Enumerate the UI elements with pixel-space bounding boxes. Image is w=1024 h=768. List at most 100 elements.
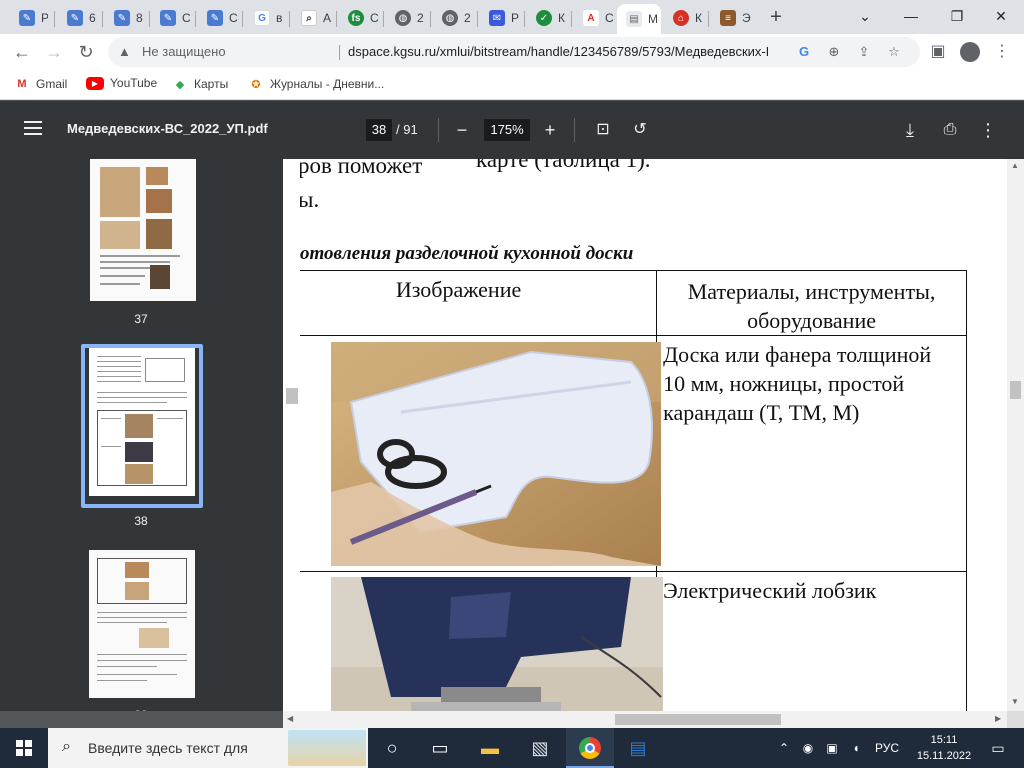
tab-9[interactable]: ◍ 2 [386,4,426,32]
zoom-in-button[interactable]: + [538,118,562,142]
camera-icon[interactable]: ◉ [798,728,818,768]
tab-6[interactable]: Gв [245,4,285,32]
search-icon: ⌕ [301,10,317,26]
bookmark-youtube[interactable]: ▶ YouTube [86,76,157,90]
volume-icon[interactable]: ◖ [846,728,866,768]
stack-icon: ≡ [720,10,736,26]
tab-1[interactable]: ✎ Р [10,4,48,32]
doc-text-line: ров поможет [300,159,423,178]
tab-4[interactable]: ✎ С [151,4,191,32]
forward-arrow-icon[interactable]: → [40,38,68,66]
horizontal-scrollbar[interactable]: ◀ ▶ [283,711,1007,728]
star-icon[interactable]: ☆ [884,42,904,62]
vertical-scroll-arrow-area [283,159,300,711]
hamburger-menu-icon[interactable] [24,121,42,135]
search-icon: ⌕ [62,738,71,755]
logo-a-icon: A [583,10,599,26]
bookmark-icon: ✎ [19,10,35,26]
bookmark-icon: ✎ [67,10,83,26]
pdf-icon: ▤ [626,11,642,27]
file-explorer-icon[interactable]: ▬ [466,728,514,768]
zoom-out-button[interactable]: − [450,118,474,142]
bookmark-icon: ✎ [160,10,176,26]
tab-3[interactable]: ✎ 8 [105,4,145,32]
task-view-icon[interactable]: ○ [368,728,416,768]
new-tab-button[interactable]: + [762,4,790,30]
printer-app-icon[interactable]: ▧ [516,728,564,768]
journal-icon: ✪ [251,78,261,91]
vertical-scrollbar[interactable]: ▲ ▼ [1007,159,1024,711]
tool-cell: Электрический лобзик [656,571,967,711]
close-window-button[interactable]: ✕ [978,0,1024,32]
document-viewport[interactable]: ров поможет карте (таблица 1). ы. отовле… [283,159,1007,711]
tab-15[interactable]: ⌂ К [664,4,704,32]
zoom-level-input[interactable]: 175% [484,119,530,141]
gmail-icon: M [17,78,27,90]
tab-5[interactable]: ✎ С [198,4,238,32]
back-arrow-icon[interactable]: ← [8,38,36,66]
bookmark-icon: ✎ [114,10,130,26]
avatar[interactable] [956,38,984,66]
notifications-icon[interactable]: ▭ [984,728,1012,768]
tab-10[interactable]: ◍ 2 [433,4,473,32]
tab-strip: ✎ Р ✎ 6 ✎ 8 ✎ С ✎ С Gв ⌕ А fs С ◍ 2 ◍ 2 ✉ Р ✓ К AС … [0,0,1024,34]
side-panel-icon[interactable]: ▣ [924,38,952,66]
mail-icon: ✉ [489,10,505,26]
scroll-left-arrow-icon[interactable]: ◀ [287,714,293,723]
thumbnail-number: 37 [134,312,148,326]
clock[interactable]: 15:11 15.11.2022 [910,732,978,764]
url-text[interactable]: dspace.kgsu.ru/xmlui/bitstream/handle/12… [348,44,768,59]
scroll-down-arrow-icon[interactable]: ▼ [1011,697,1019,706]
taskbar-search-input[interactable]: ⌕ Введите здесь текст для [48,728,368,768]
doc-text-line: ы. [300,187,320,212]
fit-page-icon[interactable]: ⊡ [591,118,615,142]
pdf-title: Медведевских-ВС_2022_УП.pdf [67,121,268,136]
menu-dots-icon[interactable]: ⋮ [988,38,1016,66]
print-icon[interactable]: ⎙ [938,118,962,142]
bookmark-maps[interactable]: ◆ Карты [172,76,228,92]
thumbnail-number: 38 [134,514,148,528]
thumbnail-sidebar[interactable]: 37 38 [0,159,283,711]
maximize-button[interactable]: ❐ [934,0,980,32]
zoom-icon[interactable]: ⊕ [824,42,844,62]
network-icon[interactable]: ▣ [822,728,842,768]
address-bar[interactable]: ▲ Не защищено dspace.kgsu.ru/xmlui/bitst… [108,37,920,67]
scrollbar-thumb[interactable] [1010,381,1021,399]
tab-13[interactable]: AС [574,4,614,32]
chrome-icon[interactable] [566,728,614,768]
bookmark-journal[interactable]: ✪ Журналы - Дневни... [248,76,384,92]
share-icon[interactable]: ⇪ [854,42,874,62]
pdf-toolbar: Медведевских-ВС_2022_УП.pdf 38 / 91 − 17… [0,101,1024,159]
template-drawing-photo [331,342,661,567]
windows-start-button[interactable] [0,728,48,768]
scroll-up-arrow-icon[interactable]: ▲ [1011,161,1019,170]
reload-icon[interactable]: ↻ [72,38,100,66]
tab-16[interactable]: ≡ Э [711,4,755,32]
tab-12[interactable]: ✓ К [527,4,567,32]
google-translate-icon[interactable]: G [794,42,814,62]
tab-7[interactable]: ⌕ А [292,4,332,32]
download-icon[interactable]: ⤓ [898,118,922,142]
globe-icon: ◍ [442,10,458,26]
bookmark-icon: ✎ [207,10,223,26]
chevron-down-icon[interactable]: ⌄ [842,0,888,32]
language-indicator[interactable]: РУС [872,728,902,768]
widgets-icon[interactable]: ▭ [416,728,464,768]
minimize-button[interactable]: — [888,0,934,32]
tab-8[interactable]: fs С [339,4,379,32]
bookmark-gmail[interactable]: M Gmail [14,76,67,92]
thumbnail-number: 39 [85,708,197,711]
tab-11[interactable]: ✉ Р [480,4,520,32]
rotate-icon[interactable]: ↺ [628,118,652,142]
scrollbar-thumb[interactable] [615,714,781,725]
tab-active-pdf[interactable]: ▤М✕ [617,4,661,34]
page-number-input[interactable]: 38 [366,119,392,141]
youtube-icon: ▶ [86,76,104,90]
word-icon[interactable]: ▤ [614,728,662,768]
chevron-up-icon[interactable]: ⌃ [774,728,794,768]
tab-2[interactable]: ✎ 6 [58,4,98,32]
scroll-right-arrow-icon[interactable]: ▶ [995,714,1001,723]
doc-text-line: карте (таблица 1). [476,159,651,172]
warning-icon[interactable]: ▲ [118,44,131,59]
more-options-icon[interactable]: ⋮ [976,118,1000,142]
